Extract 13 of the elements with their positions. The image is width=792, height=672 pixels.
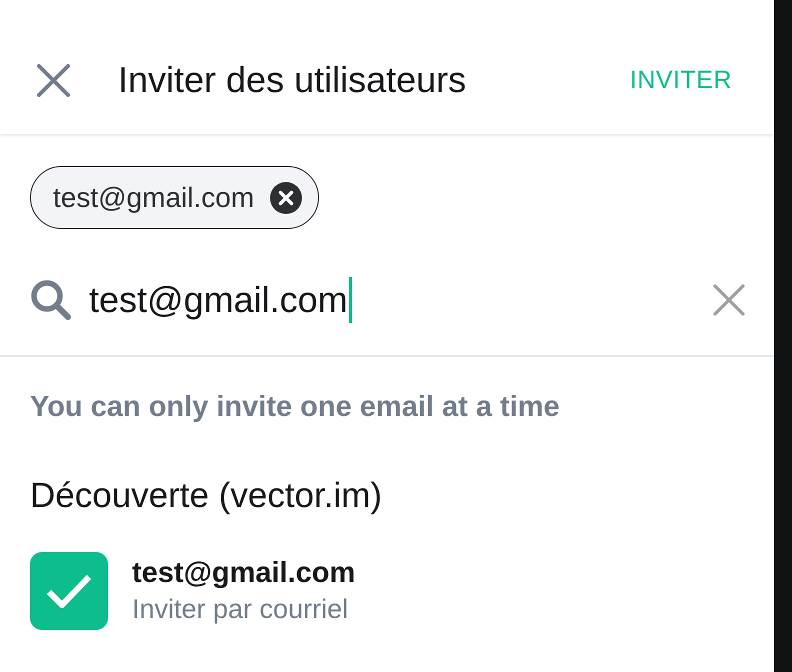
checkmark-icon <box>46 574 92 608</box>
remove-chip-icon[interactable] <box>270 182 302 214</box>
chip-label: test@gmail.com <box>53 182 254 214</box>
toolbar-title: Inviter des utilisateurs <box>118 59 468 101</box>
item-title: test@gmail.com <box>132 557 356 590</box>
close-icon[interactable] <box>37 64 70 96</box>
search-field[interactable]: test@gmail.com <box>89 276 713 324</box>
notice-text: You can only invite one email at a time <box>30 391 561 424</box>
item-subtitle: Inviter par courriel <box>132 594 350 625</box>
checkbox[interactable] <box>30 552 108 630</box>
section-title: Découverte (vector.im) <box>30 476 384 516</box>
clear-icon[interactable] <box>713 284 745 316</box>
search-icon <box>30 279 72 321</box>
